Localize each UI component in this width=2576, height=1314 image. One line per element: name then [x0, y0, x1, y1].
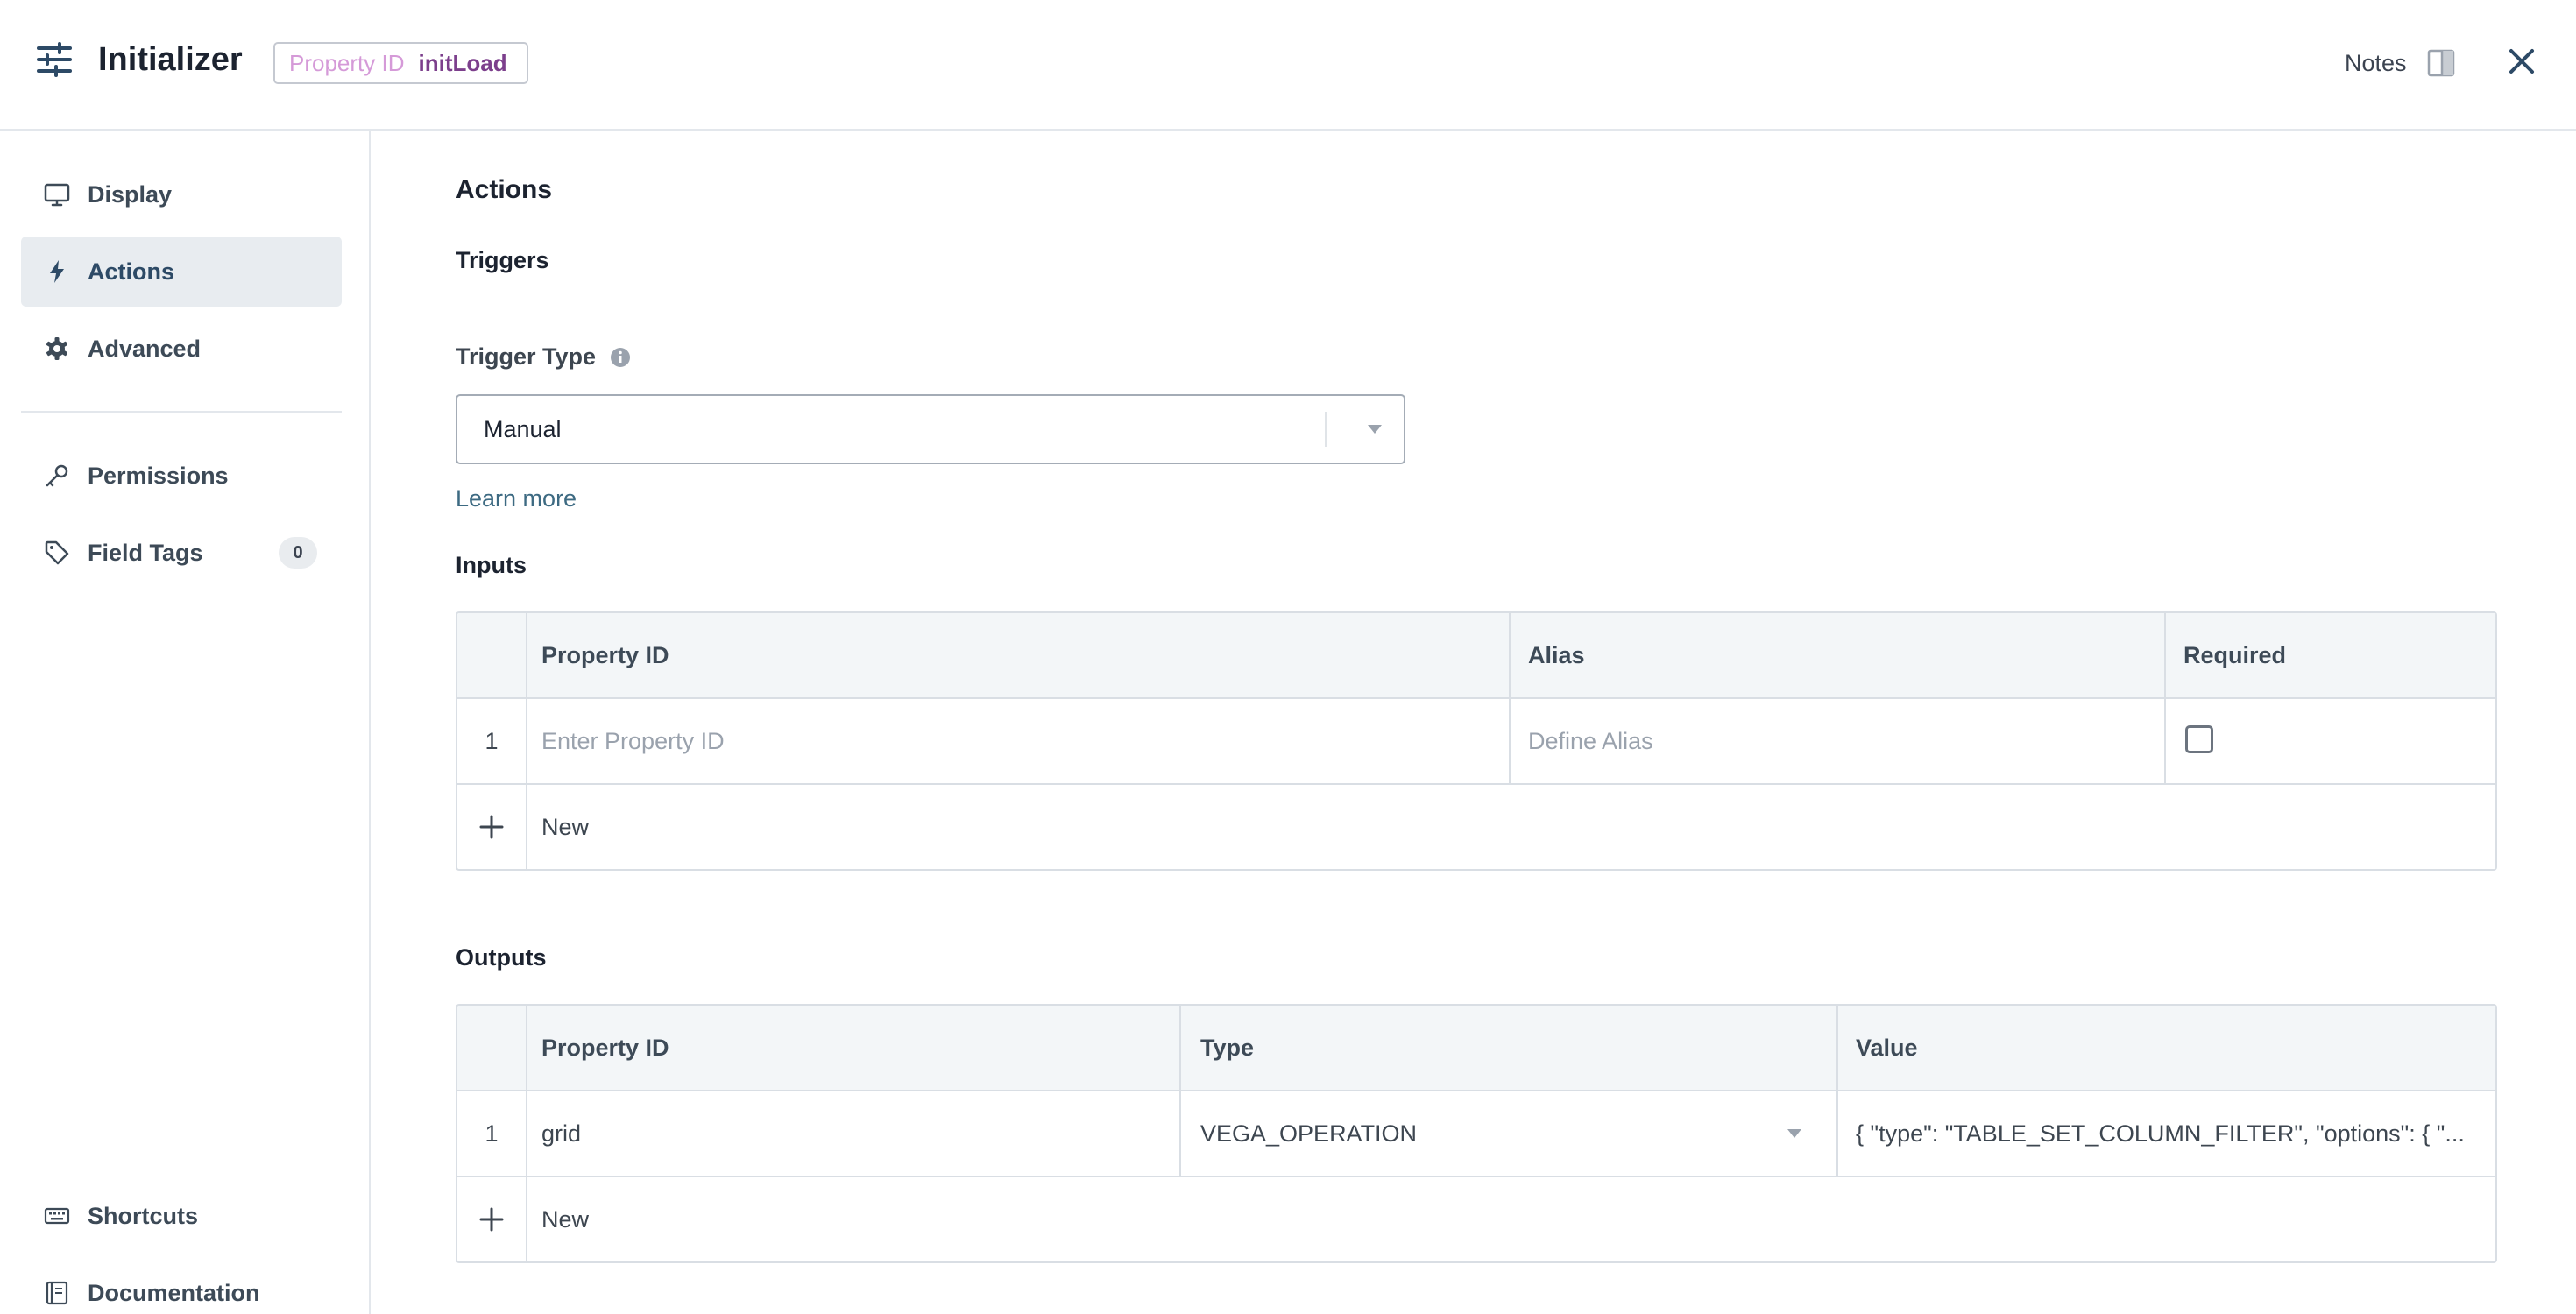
- initializer-panel: Initializer Property ID initLoad Notes D…: [0, 0, 2576, 1314]
- info-icon[interactable]: [610, 347, 631, 368]
- trigger-type-label-text: Trigger Type: [456, 343, 597, 370]
- column-divider: [1509, 613, 1511, 783]
- table-header-row: Property ID Alias Required: [457, 613, 2495, 699]
- book-icon: [46, 1281, 68, 1305]
- sidebar: Display Actions Advanced Permissions Fie…: [0, 131, 371, 1314]
- add-row-cell: [457, 785, 526, 869]
- inputs-table: Property ID Alias Required 1 Enter Prope…: [456, 611, 2497, 871]
- column-header-property-id: Property ID: [541, 641, 669, 668]
- required-checkbox[interactable]: [2185, 725, 2213, 753]
- required-cell: [2185, 699, 2273, 783]
- sidebar-item-label: Documentation: [88, 1279, 260, 1306]
- main-content: Actions Triggers Trigger Type Manual Lea…: [372, 131, 2576, 1314]
- sidebar-item-shortcuts[interactable]: Shortcuts: [21, 1181, 342, 1251]
- table-row: 1 grid VEGA_OPERATION { "type": "TABLE_S…: [457, 1090, 2495, 1176]
- add-row[interactable]: New: [457, 1176, 2495, 1261]
- property-id-label: Property ID: [289, 50, 405, 76]
- add-row[interactable]: New: [457, 783, 2495, 869]
- outputs-table: Property ID Type Value 1 grid VEGA_OPERA…: [456, 1004, 2497, 1263]
- table-row: 1 Enter Property ID Define Alias: [457, 697, 2495, 783]
- sidebar-item-documentation[interactable]: Documentation: [21, 1258, 342, 1314]
- property-id-badge[interactable]: Property ID initLoad: [273, 42, 528, 84]
- column-header-alias: Alias: [1528, 641, 1585, 668]
- sidebar-item-advanced[interactable]: Advanced: [21, 314, 342, 384]
- close-icon[interactable]: [2504, 44, 2539, 79]
- section-title: Actions: [456, 175, 553, 204]
- sidebar-item-display[interactable]: Display: [21, 159, 342, 230]
- sidebar-item-actions[interactable]: Actions: [21, 237, 342, 307]
- table-header-row: Property ID Type Value: [457, 1006, 2495, 1091]
- sidebar-divider: [21, 411, 342, 413]
- output-type-value: VEGA_OPERATION: [1200, 1120, 1418, 1147]
- new-row-label[interactable]: New: [541, 785, 1067, 869]
- property-id-value: initLoad: [418, 50, 507, 76]
- sidebar-panel-icon: [2427, 49, 2454, 77]
- column-header-type: Type: [1200, 1034, 1255, 1061]
- sidebar-item-label: Actions: [88, 258, 175, 285]
- sidebar-item-label: Field Tags: [88, 539, 203, 566]
- output-property-id-field[interactable]: grid: [541, 1091, 1111, 1176]
- trigger-type-select[interactable]: Manual: [456, 394, 1405, 464]
- plus-icon[interactable]: [478, 1206, 505, 1233]
- trigger-type-value: Manual: [484, 416, 562, 442]
- notes-label: Notes: [2345, 50, 2407, 76]
- field-tags-count-badge: 0: [279, 537, 317, 569]
- column-header-property-id: Property ID: [541, 1034, 669, 1061]
- column-divider: [1836, 1006, 1838, 1176]
- sidebar-item-label: Advanced: [88, 335, 202, 362]
- key-icon: [46, 464, 68, 487]
- sidebar-item-permissions[interactable]: Permissions: [21, 441, 342, 511]
- new-row-label[interactable]: New: [541, 1177, 1067, 1261]
- column-header-required: Required: [2183, 641, 2287, 668]
- sidebar-item-label: Shortcuts: [88, 1202, 199, 1229]
- sidebar-item-label: Display: [88, 180, 173, 208]
- sidebar-item-label: Permissions: [88, 462, 229, 489]
- learn-more-link[interactable]: Learn more: [456, 485, 577, 512]
- row-index: 1: [485, 727, 499, 754]
- outputs-heading: Outputs: [456, 944, 547, 971]
- chevron-down-icon: [1787, 1129, 1801, 1138]
- plus-icon[interactable]: [478, 814, 505, 840]
- column-divider: [2164, 613, 2166, 783]
- panel-header: Initializer Property ID initLoad Notes: [0, 0, 2576, 131]
- sidebar-item-field-tags[interactable]: Field Tags 0: [21, 518, 342, 588]
- column-divider: [526, 1006, 527, 1261]
- gear-icon: [46, 337, 67, 360]
- column-divider: [1179, 1006, 1181, 1176]
- sliders-icon[interactable]: [35, 40, 74, 79]
- add-row-cell: [457, 1177, 526, 1261]
- column-header-value: Value: [1856, 1034, 1918, 1061]
- triggers-heading: Triggers: [456, 247, 549, 273]
- keyboard-icon: [44, 1207, 70, 1225]
- property-id-input[interactable]: Enter Property ID: [541, 699, 1505, 783]
- lightning-icon: [50, 260, 64, 283]
- chevron-down-icon: [1368, 425, 1382, 434]
- output-value-field[interactable]: { "type": "TABLE_SET_COLUMN_FILTER", "op…: [1856, 1091, 2487, 1176]
- page-title: Initializer: [98, 41, 243, 78]
- inputs-heading: Inputs: [456, 552, 527, 578]
- notes-toggle-button[interactable]: Notes: [2345, 46, 2456, 81]
- column-divider: [526, 613, 527, 869]
- row-index: 1: [485, 1120, 499, 1147]
- select-separator: [1325, 412, 1327, 447]
- trigger-type-label: Trigger Type: [456, 343, 631, 371]
- alias-input[interactable]: Define Alias: [1528, 699, 2141, 783]
- output-type-select[interactable]: VEGA_OPERATION: [1181, 1091, 1836, 1176]
- monitor-icon: [44, 183, 70, 207]
- tag-icon: [45, 540, 69, 565]
